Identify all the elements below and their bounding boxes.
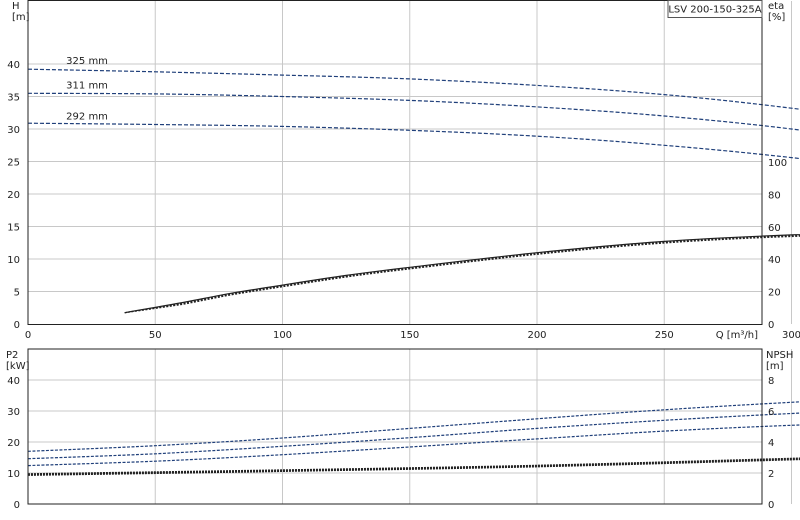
y-tick-label-right: 0 xyxy=(768,320,774,331)
bottom-y-tick-left: 40 xyxy=(7,376,20,387)
bottom-y-tick-left: 30 xyxy=(7,407,20,418)
curve-annotation: 311 mm xyxy=(66,81,108,92)
y-tick-label-right: 60 xyxy=(768,223,781,234)
y-tick-label-right: 20 xyxy=(768,288,781,299)
y-tick-label-left: 40 xyxy=(7,60,20,71)
model-label-box: LSV 200-150-325A xyxy=(667,0,763,18)
y-axis-title-right: eta xyxy=(768,1,784,12)
y-tick-label-left: 0 xyxy=(14,320,20,331)
y-tick-label-left: 20 xyxy=(7,190,20,201)
head-curve xyxy=(27,68,800,110)
bottom-axis-title-right: NPSH xyxy=(766,350,793,361)
y-tick-label-right: 100 xyxy=(768,158,787,169)
efficiency-curve xyxy=(124,234,800,314)
head-curve xyxy=(27,122,800,160)
y-tick-label-left: 10 xyxy=(7,255,20,266)
y-tick-label-left: 5 xyxy=(14,288,20,299)
bottom-y-tick-right: 8 xyxy=(768,376,774,387)
chart-svg: 325 mm311 mm292 mm 050100150200250300350… xyxy=(6,0,800,511)
y-axis-title-left: [m] xyxy=(12,12,30,23)
curve-annotation: 292 mm xyxy=(66,111,108,122)
y-axis-title-right: [%] xyxy=(768,12,785,23)
npsh-curve xyxy=(27,457,800,475)
bottom-axis-title-right: [m] xyxy=(766,361,784,372)
top-curves: 325 mm 311 mm 292 mm xyxy=(27,56,800,314)
bottom-y-tick-right: 2 xyxy=(768,469,774,480)
x-tick-label: 150 xyxy=(400,330,419,341)
npsh-curve xyxy=(27,458,800,476)
bottom-y-tick-left: 20 xyxy=(7,438,20,449)
x-tick-label: 50 xyxy=(149,330,162,341)
x-tick-label: 0 xyxy=(25,330,31,341)
bottom-y-tick-right: 0 xyxy=(768,500,774,511)
y-tick-label-left: 15 xyxy=(7,223,20,234)
x-tick-label: 200 xyxy=(527,330,546,341)
head-curve xyxy=(27,92,800,131)
y-tick-label-left: 35 xyxy=(7,93,20,104)
x-tick-label: 300 xyxy=(782,330,800,341)
pump-curve-chart: 325 mm311 mm292 mm 050100150200250300350… xyxy=(0,0,800,520)
bottom-y-tick-left: 0 xyxy=(14,500,20,511)
power-curve xyxy=(27,424,800,467)
bottom-y-tick-right: 4 xyxy=(768,438,774,449)
y-tick-label-left: 30 xyxy=(7,125,20,136)
curve-annotation: 325 mm xyxy=(66,56,108,67)
bottom-frame xyxy=(27,348,763,505)
x-tick-label: 250 xyxy=(655,330,674,341)
efficiency-curve xyxy=(124,235,800,314)
top-frame xyxy=(27,0,763,325)
bottom-y-tick-left: 10 xyxy=(7,469,20,480)
npsh-curve xyxy=(27,458,800,476)
x-axis-label: Q [m³/h] xyxy=(716,330,758,341)
bottom-axis-title-left: [kW] xyxy=(6,361,30,372)
axis-labels: 050100150200250300350400450500Q [m³/h]05… xyxy=(6,1,800,511)
y-tick-label-right: 40 xyxy=(768,255,781,266)
bottom-grid xyxy=(28,349,792,504)
y-axis-title-left: H xyxy=(12,1,20,12)
y-tick-label-left: 25 xyxy=(7,158,20,169)
x-tick-label: 100 xyxy=(273,330,292,341)
efficiency-curve xyxy=(124,233,800,314)
bottom-axis-title-left: P2 xyxy=(6,350,18,361)
top-grid xyxy=(28,1,792,324)
model-label: LSV 200-150-325A xyxy=(668,5,761,16)
bottom-curves xyxy=(27,401,800,476)
y-tick-label-right: 80 xyxy=(768,190,781,201)
bottom-y-tick-right: 6 xyxy=(768,407,774,418)
